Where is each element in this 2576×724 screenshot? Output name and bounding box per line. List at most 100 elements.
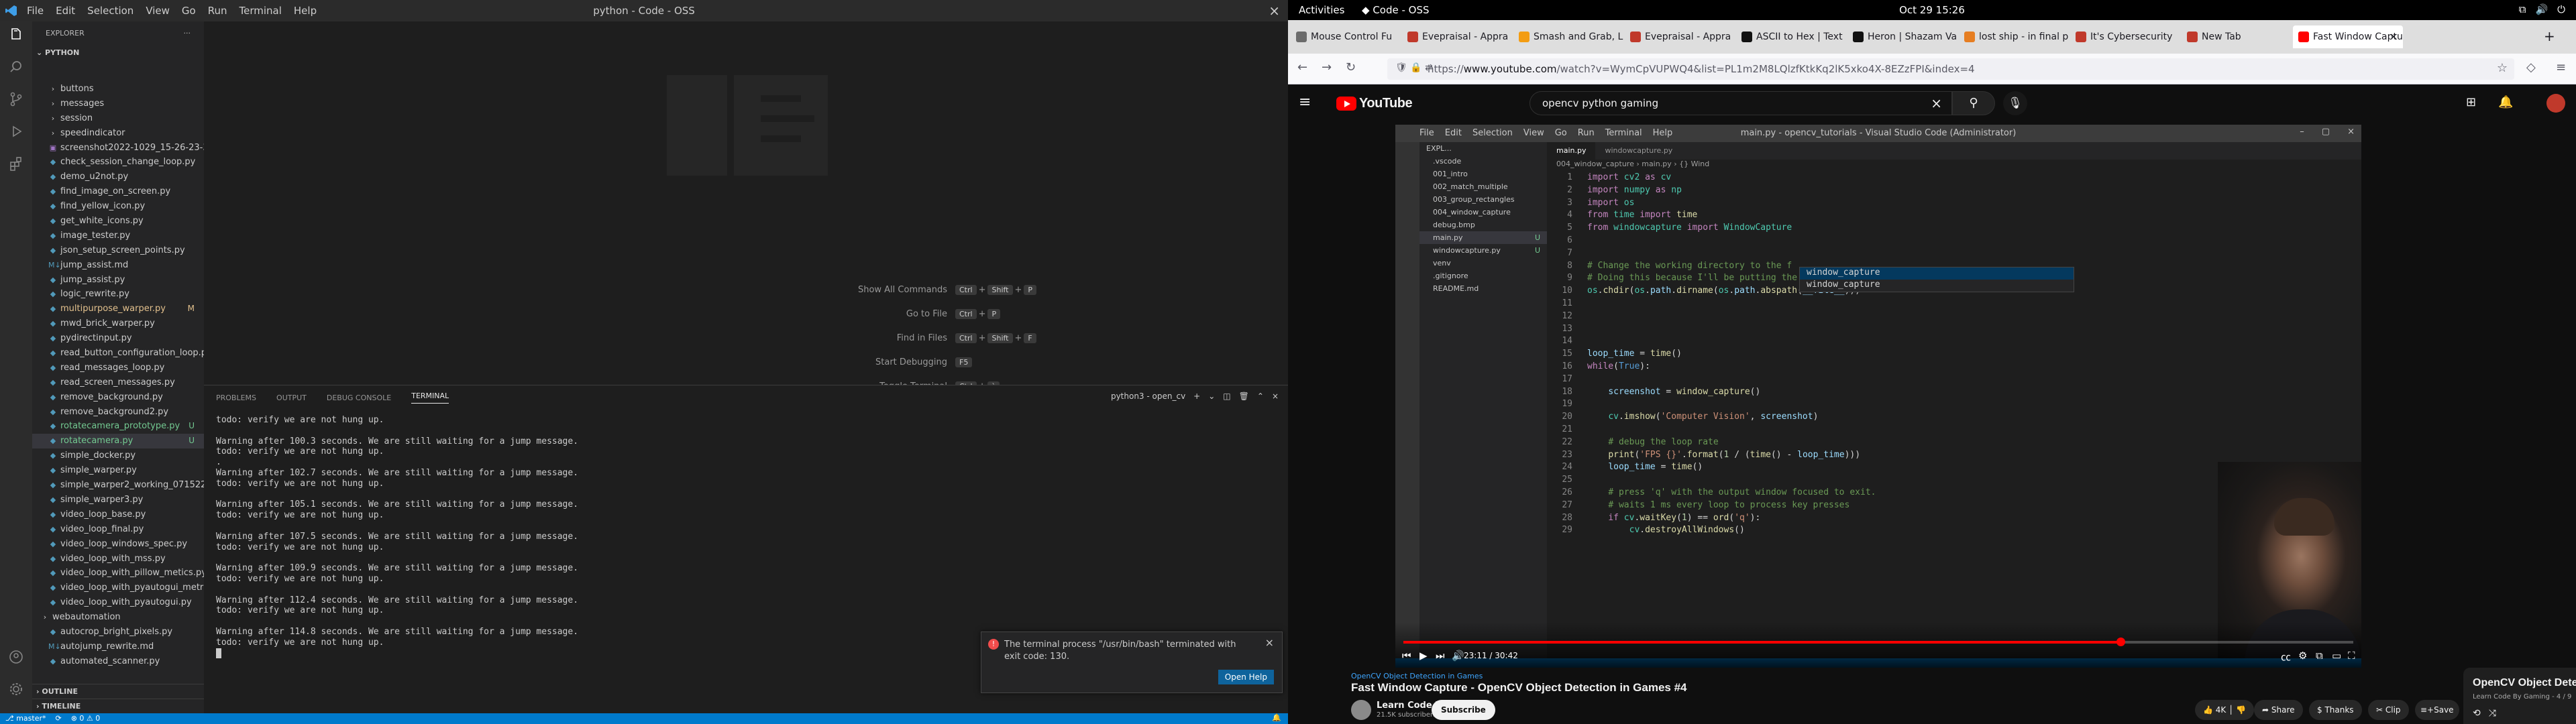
account-icon[interactable] xyxy=(8,649,24,665)
browser-tab[interactable]: Heron | Shazam Va xyxy=(1847,25,1957,48)
file-item[interactable]: ◆ logic_rewrite.py xyxy=(32,287,204,302)
video-player[interactable]: File Edit Selection View Go Run Terminal Help m… xyxy=(1395,125,2361,668)
file-item[interactable]: ◆ jump_assist.py xyxy=(32,273,204,288)
previous-icon[interactable]: ⏮ xyxy=(1402,650,1411,662)
trash-icon[interactable]: 🗑 xyxy=(1239,391,1249,401)
file-item[interactable]: ◆ find_image_on_screen.py xyxy=(32,184,204,199)
settings-gear-icon[interactable]: ⚙ xyxy=(2298,650,2307,662)
bookmark-star-icon[interactable]: ☆ xyxy=(2497,61,2508,75)
file-item[interactable]: ▣ screenshot2022-1029_15-26-23-3... xyxy=(32,141,217,156)
file-item[interactable]: ◆ json_setup_screen_points.py xyxy=(32,243,204,258)
browser-tab[interactable]: ASCII to Hex | Text xyxy=(1736,25,1846,48)
theater-mode-icon[interactable]: ▭ xyxy=(2332,650,2341,662)
file-item[interactable]: ◆ mwd_brick_warper.py xyxy=(32,316,204,331)
file-item[interactable]: ◆ video_loop_base.py xyxy=(32,507,204,522)
power-icon[interactable]: ⏻ xyxy=(2557,3,2565,15)
save-button[interactable]: ≡+Save xyxy=(2415,700,2459,720)
browser-tab[interactable]: Fast Window Captu × xyxy=(2293,25,2403,48)
browser-tab[interactable]: Smash and Grab, L xyxy=(1513,25,1623,48)
shuffle-icon[interactable]: ⤨ xyxy=(2489,708,2496,719)
file-item[interactable]: ◆ read_button_configuration_loop.py xyxy=(32,346,212,361)
reload-icon[interactable]: ↻ xyxy=(1346,60,1356,74)
clip-button[interactable]: ✂ Clip xyxy=(2368,700,2409,720)
share-button[interactable]: ➦ Share xyxy=(2254,700,2303,720)
file-item[interactable]: ◆ video_loop_with_pyautogui.py xyxy=(32,595,204,610)
file-item[interactable]: ◆ multipurpose_warper.py M xyxy=(32,302,204,316)
search-button[interactable]: ⚲ xyxy=(1952,91,1995,115)
terminal-selector[interactable]: python3 - open_cv xyxy=(1111,391,1185,401)
sync-icon[interactable]: ⟳ xyxy=(55,714,61,723)
outline-section[interactable]: › OUTLINE xyxy=(32,684,204,699)
search-icon[interactable] xyxy=(8,59,24,75)
tab-terminal[interactable]: TERMINAL xyxy=(411,391,449,404)
notifications-bell-icon[interactable]: 🔔 xyxy=(1272,713,1281,722)
file-item[interactable]: ◆ demo_u2not.py xyxy=(32,170,204,184)
file-item[interactable]: ◆ find_yellow_icon.py xyxy=(32,199,204,214)
search-input[interactable]: opencv python gaming × xyxy=(1529,91,1952,115)
file-item[interactable]: ◆ remove_background2.py xyxy=(32,405,204,420)
file-item[interactable]: ◆ remove_background.py xyxy=(32,390,204,405)
chevron-down-icon[interactable]: ⌄ xyxy=(1208,391,1215,401)
file-item[interactable]: M↓autojump_rewrite.md xyxy=(32,640,204,654)
terminal-output[interactable]: todo: verify we are not hung up. Warning … xyxy=(216,415,578,658)
file-item[interactable]: ◆ video_loop_with_mss.py xyxy=(32,552,204,566)
file-item[interactable]: ◆ simple_warper.py xyxy=(32,463,204,478)
source-control-icon[interactable] xyxy=(8,91,24,107)
clear-search-icon[interactable]: × xyxy=(1931,95,1942,111)
like-button[interactable]: 👍 4K │ 👎 xyxy=(2195,700,2255,720)
back-icon[interactable]: ← xyxy=(1297,60,1307,74)
youtube-logo[interactable]: YouTube xyxy=(1336,95,1413,111)
scrubber-handle[interactable] xyxy=(2116,638,2126,646)
folder-section-header[interactable]: ⌄ PYTHON xyxy=(32,46,204,60)
file-item[interactable]: ◆ simple_warper3.py xyxy=(32,493,204,507)
folder-item[interactable]: › buttons xyxy=(32,82,204,97)
more-actions-icon[interactable]: ··· xyxy=(184,21,191,46)
video-progress-bar[interactable] xyxy=(1403,638,2353,646)
volume-icon[interactable]: 🔊 xyxy=(2535,3,2548,15)
folder-item[interactable]: › speedindicator xyxy=(32,126,204,141)
file-item[interactable]: ◆ read_messages_loop.py xyxy=(32,361,204,375)
network-icon[interactable]: ⧉ xyxy=(2519,3,2526,15)
user-avatar[interactable] xyxy=(2546,94,2565,113)
url-text[interactable]: https://www.youtube.com/watch?v=WymCpVUP… xyxy=(1428,63,1975,75)
add-terminal-icon[interactable]: + xyxy=(1193,391,1200,401)
tab-debug-console[interactable]: DEBUG CONSOLE xyxy=(327,394,391,402)
thanks-button[interactable]: $ Thanks xyxy=(2309,700,2362,720)
file-item[interactable]: ◆ read_screen_messages.py xyxy=(32,375,204,390)
folder-item[interactable]: › webautomation xyxy=(32,610,204,625)
file-item[interactable]: ◆ check_session_change_loop.py xyxy=(32,155,204,170)
file-item[interactable]: ◆ video_loop_final.py xyxy=(32,522,204,537)
file-item[interactable]: ◆ autocrop_bright_pixels.py xyxy=(32,625,204,640)
clock[interactable]: Oct 29 15:26 xyxy=(1288,4,2576,16)
browser-tab[interactable]: New Tab xyxy=(2182,25,2292,48)
close-panel-icon[interactable]: × xyxy=(1272,391,1279,401)
voice-search-icon[interactable]: 🎙 xyxy=(2003,91,2027,115)
file-item[interactable]: ◆ pydirectinput.py xyxy=(32,331,204,346)
play-icon[interactable]: ▶ xyxy=(1419,650,1428,662)
new-tab-icon[interactable]: + xyxy=(2544,28,2555,44)
file-item[interactable]: ◆ video_loop_windows_spec.py xyxy=(32,537,204,552)
file-item[interactable]: ◆ image_tester.py xyxy=(32,229,204,243)
open-help-button[interactable]: Open Help xyxy=(1218,670,1274,684)
split-terminal-icon[interactable]: ◫ xyxy=(1223,391,1230,401)
close-tab-icon[interactable]: × xyxy=(2390,25,2398,48)
folder-item[interactable]: › messages xyxy=(32,97,204,111)
url-bar[interactable]: 🛡 🔒 ⇄ https://www.youtube.com/watch?v=Wy… xyxy=(1387,58,2514,80)
thumbs-down-icon[interactable]: │ 👎 xyxy=(2226,705,2246,715)
subscribe-button[interactable]: Subscribe xyxy=(1432,700,1495,720)
browser-tab[interactable]: Evepraisal - Appra xyxy=(1402,25,1512,48)
volume-icon[interactable]: 🔊 xyxy=(1452,650,1464,662)
file-item[interactable]: ◆ rotatecamera_prototype.py U xyxy=(32,419,204,434)
file-item[interactable]: ◆ simple_warper2_working_071522.py xyxy=(32,478,220,493)
files-icon[interactable] xyxy=(8,27,24,43)
file-item[interactable]: ◆ video_loop_with_pillow_metics.py xyxy=(32,566,207,581)
folder-item[interactable]: › session xyxy=(32,111,204,126)
create-video-icon[interactable]: ⊞ xyxy=(2466,95,2476,109)
menu-icon[interactable]: ≡ xyxy=(2556,60,2566,74)
timeline-section[interactable]: › TIMELINE xyxy=(32,699,204,713)
forward-icon[interactable]: → xyxy=(1322,60,1332,74)
maximize-panel-icon[interactable]: ⌃ xyxy=(1257,391,1264,401)
next-icon[interactable]: ⏭ xyxy=(1436,650,1445,662)
file-item[interactable]: ◆ get_white_icons.py xyxy=(32,214,204,229)
pocket-icon[interactable]: ◇ xyxy=(2526,60,2536,74)
